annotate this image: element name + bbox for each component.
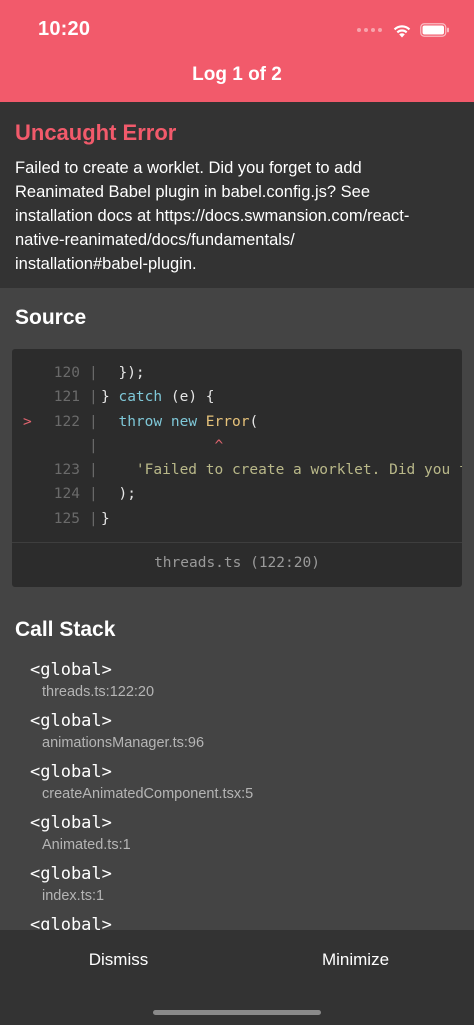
bottom-bar: Dismiss Minimize	[0, 930, 474, 1025]
code-gutter: |	[89, 437, 98, 454]
code-line-number: 122	[53, 413, 80, 430]
call-stack-item[interactable]: <global> threads.ts:122:20	[0, 658, 474, 709]
call-stack-file: index.ts:1	[42, 888, 105, 904]
header: 10:20 Log 1 of 2	[0, 0, 474, 102]
status-icons	[357, 20, 450, 40]
log-box-screen: 10:20 Log 1 of 2 Uncaught Error Failed t…	[0, 0, 474, 1025]
minimize-button[interactable]: Minimize	[237, 950, 474, 970]
call-stack-function: <global>	[30, 711, 112, 731]
code-file-location: threads.ts (122:20)	[154, 555, 320, 571]
code-gutter: |	[89, 413, 98, 430]
code-line-text: } catch (e) {	[101, 389, 215, 406]
code-line: 124 | );	[12, 482, 462, 506]
battery-icon	[420, 23, 449, 37]
code-line-marker: >	[23, 413, 32, 430]
call-stack-item[interactable]: <global> animationsManager.ts:96	[0, 709, 474, 760]
code-gutter: |	[89, 365, 98, 381]
code-lines: 120 | }); 121 |} catch (e) {>122 | throw new…	[12, 361, 462, 531]
code-gutter: |	[89, 462, 98, 479]
call-stack-function: <global>	[30, 762, 112, 782]
code-line-text: }	[101, 510, 110, 527]
code-line-text: 'Failed to create a worklet. Did you f	[135, 462, 462, 479]
signal-icon	[357, 28, 382, 32]
call-stack-file: createAnimatedComponent.tsx:5	[42, 786, 254, 802]
code-frame[interactable]: 120 | }); 121 |} catch (e) {>122 | throw new…	[12, 349, 462, 587]
code-line: 123 | 'Failed to create a worklet. Did yo…	[12, 458, 462, 482]
error-block: Uncaught Error Failed to create a workle…	[0, 102, 474, 288]
call-stack-function: <global>	[30, 813, 112, 833]
code-line: 125 |}	[12, 507, 462, 531]
code-line: >122 | throw new Error(	[12, 410, 462, 434]
code-line-number: 121	[53, 389, 80, 406]
code-line: 121 |} catch (e) {	[12, 385, 462, 409]
code-divider	[12, 542, 462, 543]
header-title: Log 1 of 2	[192, 64, 282, 85]
call-stack-item[interactable]: <global> index.ts:1	[0, 862, 474, 913]
status-time: 10:20	[38, 18, 91, 40]
call-stack-file: threads.ts:122:20	[42, 684, 155, 700]
code-line-text: ^	[214, 437, 224, 454]
code-line-text: );	[101, 486, 136, 503]
code-line-number: 120	[53, 365, 80, 381]
call-stack-list: <global> threads.ts:122:20 <global> animati…	[0, 658, 474, 964]
code-gutter: |	[89, 510, 98, 527]
code-gutter: |	[89, 486, 98, 503]
call-stack-file: Animated.ts:1	[42, 837, 131, 853]
error-message: Failed to create a worklet. Did you forg…	[15, 159, 410, 273]
call-stack-file: animationsManager.ts:96	[42, 735, 205, 751]
code-line: | ^	[12, 434, 462, 458]
code-line: 120 | });	[12, 361, 462, 385]
call-stack-item[interactable]: <global> Animated.ts:1	[0, 811, 474, 862]
source-title: Source	[15, 306, 87, 329]
dismiss-button[interactable]: Dismiss	[0, 950, 237, 970]
code-line-number: 124	[53, 486, 80, 503]
code-line-text: });	[101, 365, 145, 381]
call-stack-function: <global>	[30, 660, 112, 680]
error-title: Uncaught Error	[15, 120, 177, 145]
wifi-icon	[393, 24, 411, 37]
code-line-number: 125	[53, 510, 80, 527]
call-stack-title: Call Stack	[15, 618, 116, 641]
call-stack-item[interactable]: <global> createAnimatedComponent.tsx:5	[0, 760, 474, 811]
code-line-text: throw new Error(	[118, 413, 259, 430]
call-stack-function: <global>	[30, 864, 112, 884]
code-line-number: 123	[53, 462, 80, 479]
code-gutter: |	[89, 389, 98, 406]
home-indicator	[153, 1010, 321, 1015]
